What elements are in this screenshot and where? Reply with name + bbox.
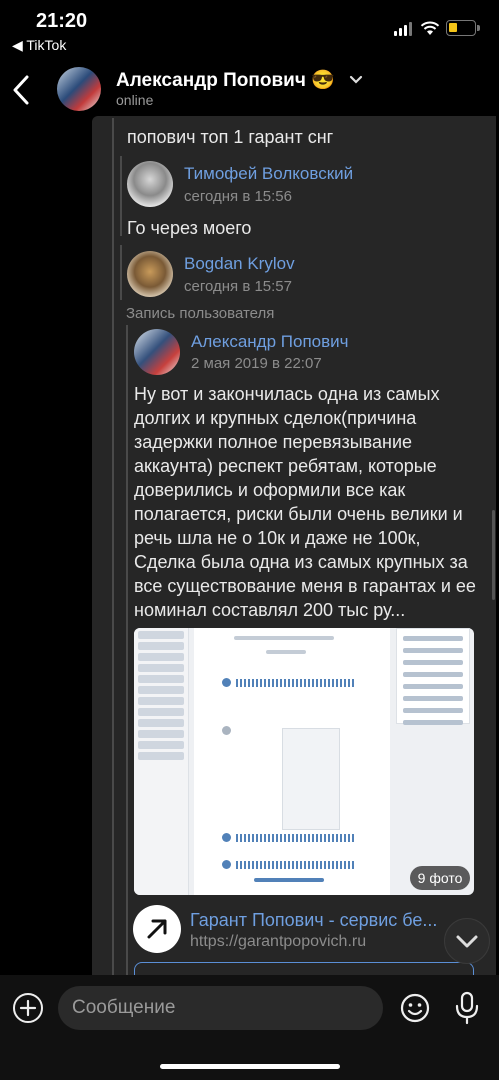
online-status: online <box>116 92 154 108</box>
quote-bar <box>112 118 114 980</box>
message-text: попович топ 1 гарант снг <box>127 127 334 147</box>
quote-bar <box>120 156 122 236</box>
link-url[interactable]: https://garantpopovich.ru <box>190 933 366 951</box>
post-text: Ну вот и закончилась одна из самых долги… <box>134 384 476 620</box>
status-time: 21:20 <box>36 10 88 32</box>
chevron-down-icon[interactable] <box>348 72 364 88</box>
forward-date: сегодня в 15:56 <box>184 188 292 205</box>
battery-icon <box>446 20 480 36</box>
forward-text: Го через моего <box>127 218 252 238</box>
message-input[interactable]: Сообщение <box>58 986 383 1030</box>
link-title[interactable]: Гарант Попович - сервис бе... <box>190 910 437 931</box>
forward-author-name[interactable]: Bogdan Krylov <box>184 254 295 274</box>
forward-author-name[interactable]: Александр Попович <box>191 332 349 352</box>
wifi-icon <box>420 21 440 35</box>
chat-title[interactable]: Александр Попович 😎 <box>116 68 335 92</box>
back-to-app-link[interactable]: ◀ TikTok <box>12 37 66 54</box>
header-avatar[interactable] <box>57 67 101 111</box>
quote-bar <box>126 325 128 975</box>
forward-author-avatar[interactable] <box>127 251 173 297</box>
forward-date: 2 мая 2019 в 22:07 <box>191 355 322 372</box>
emoji-icon[interactable] <box>399 992 431 1024</box>
photo-count-badge[interactable]: 9 фото <box>410 866 470 890</box>
forward-date: сегодня в 15:57 <box>184 278 292 295</box>
home-indicator <box>160 1064 340 1069</box>
scrollbar[interactable] <box>492 510 495 600</box>
wall-post-caption: Запись пользователя <box>126 305 275 322</box>
photo-attachment[interactable] <box>134 628 474 895</box>
signal-icon <box>394 22 412 36</box>
forward-author-avatar[interactable] <box>127 161 173 207</box>
forward-author-avatar[interactable] <box>134 329 180 375</box>
microphone-icon[interactable] <box>453 990 481 1026</box>
link-arrow-icon[interactable] <box>133 905 181 953</box>
scroll-down-icon[interactable] <box>444 918 490 964</box>
quote-bar <box>120 245 122 300</box>
plus-icon[interactable] <box>13 993 43 1023</box>
back-arrow-icon[interactable] <box>8 72 36 108</box>
forward-author-name[interactable]: Тимофей Волковский <box>184 164 353 184</box>
